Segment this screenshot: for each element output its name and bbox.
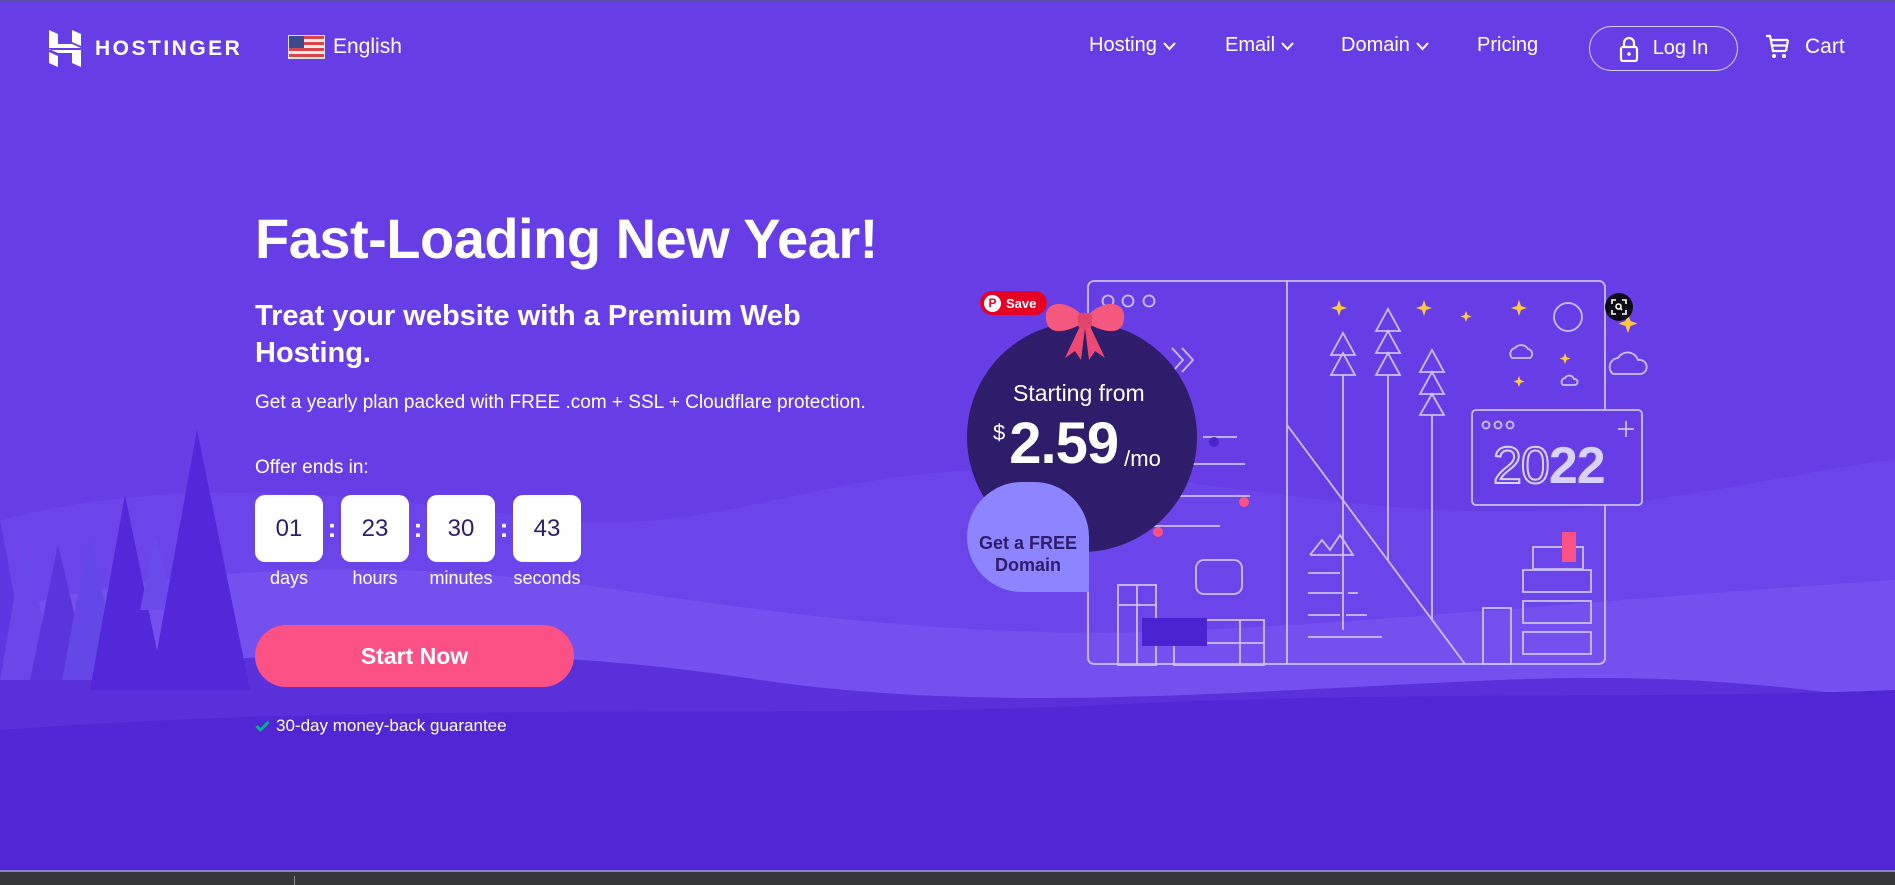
year-2022: 2022: [1492, 436, 1606, 496]
light-bulb: [1153, 527, 1163, 537]
mountain-icon: [1309, 533, 1355, 556]
tree-triangle: [1374, 307, 1402, 332]
server-unit: [1522, 569, 1592, 593]
taskbar-strip: [0, 870, 1895, 885]
cloud-icon: [1608, 351, 1648, 375]
year-solid: 22: [1548, 437, 1606, 495]
tree-triangle: [1374, 351, 1402, 376]
sparkle-icon: [1416, 300, 1432, 316]
light-bulb: [1239, 497, 1249, 507]
price-period: /mo: [1124, 446, 1161, 471]
sparkle-icon: [1511, 300, 1527, 316]
year-outline: 20: [1492, 436, 1551, 496]
lens-search-icon[interactable]: [1605, 293, 1633, 321]
light-bulb: [1209, 437, 1219, 447]
hero-page: HOSTINGER English Hosting Email Domain P…: [0, 0, 1895, 870]
moon-outline: [1553, 302, 1583, 332]
diagonal-line: [1286, 424, 1466, 665]
cloud-icon: [1509, 344, 1533, 359]
sparkle-icon: [1513, 376, 1525, 387]
gift-box: [1482, 607, 1512, 665]
free-domain-text: Get a FREE Domain: [978, 533, 1078, 575]
sparkle-icon: [1460, 311, 1472, 322]
visual-search-icon: [1611, 299, 1627, 315]
tree-triangle: [1418, 348, 1446, 373]
server-unit: [1522, 631, 1592, 655]
cloud-icon: [1560, 374, 1579, 386]
hero-illustration: [1087, 280, 1648, 666]
pinterest-save-label: Save: [1006, 295, 1037, 311]
tree-triangle: [1374, 329, 1402, 354]
server-unit: [1522, 600, 1592, 624]
price-currency: $: [993, 420, 1006, 445]
starting-from-label: Starting from: [1013, 380, 1145, 406]
price: $ 2.59 /mo: [993, 410, 1161, 477]
gift-ribbon: [1562, 532, 1576, 562]
bow-icon: [1045, 303, 1125, 360]
tree-triangle: [1418, 370, 1446, 395]
tree-triangle: [1418, 392, 1446, 416]
sparkle-icon: [1331, 300, 1347, 316]
window-dot: [1142, 294, 1156, 308]
pinterest-icon: P: [984, 294, 1001, 312]
sparkle-icon: [1559, 353, 1571, 364]
code-bubble: [1195, 559, 1243, 595]
pinterest-save-button[interactable]: P Save: [980, 291, 1047, 315]
price-amount: 2.59: [1009, 411, 1119, 476]
tree-triangle: [1329, 351, 1357, 376]
